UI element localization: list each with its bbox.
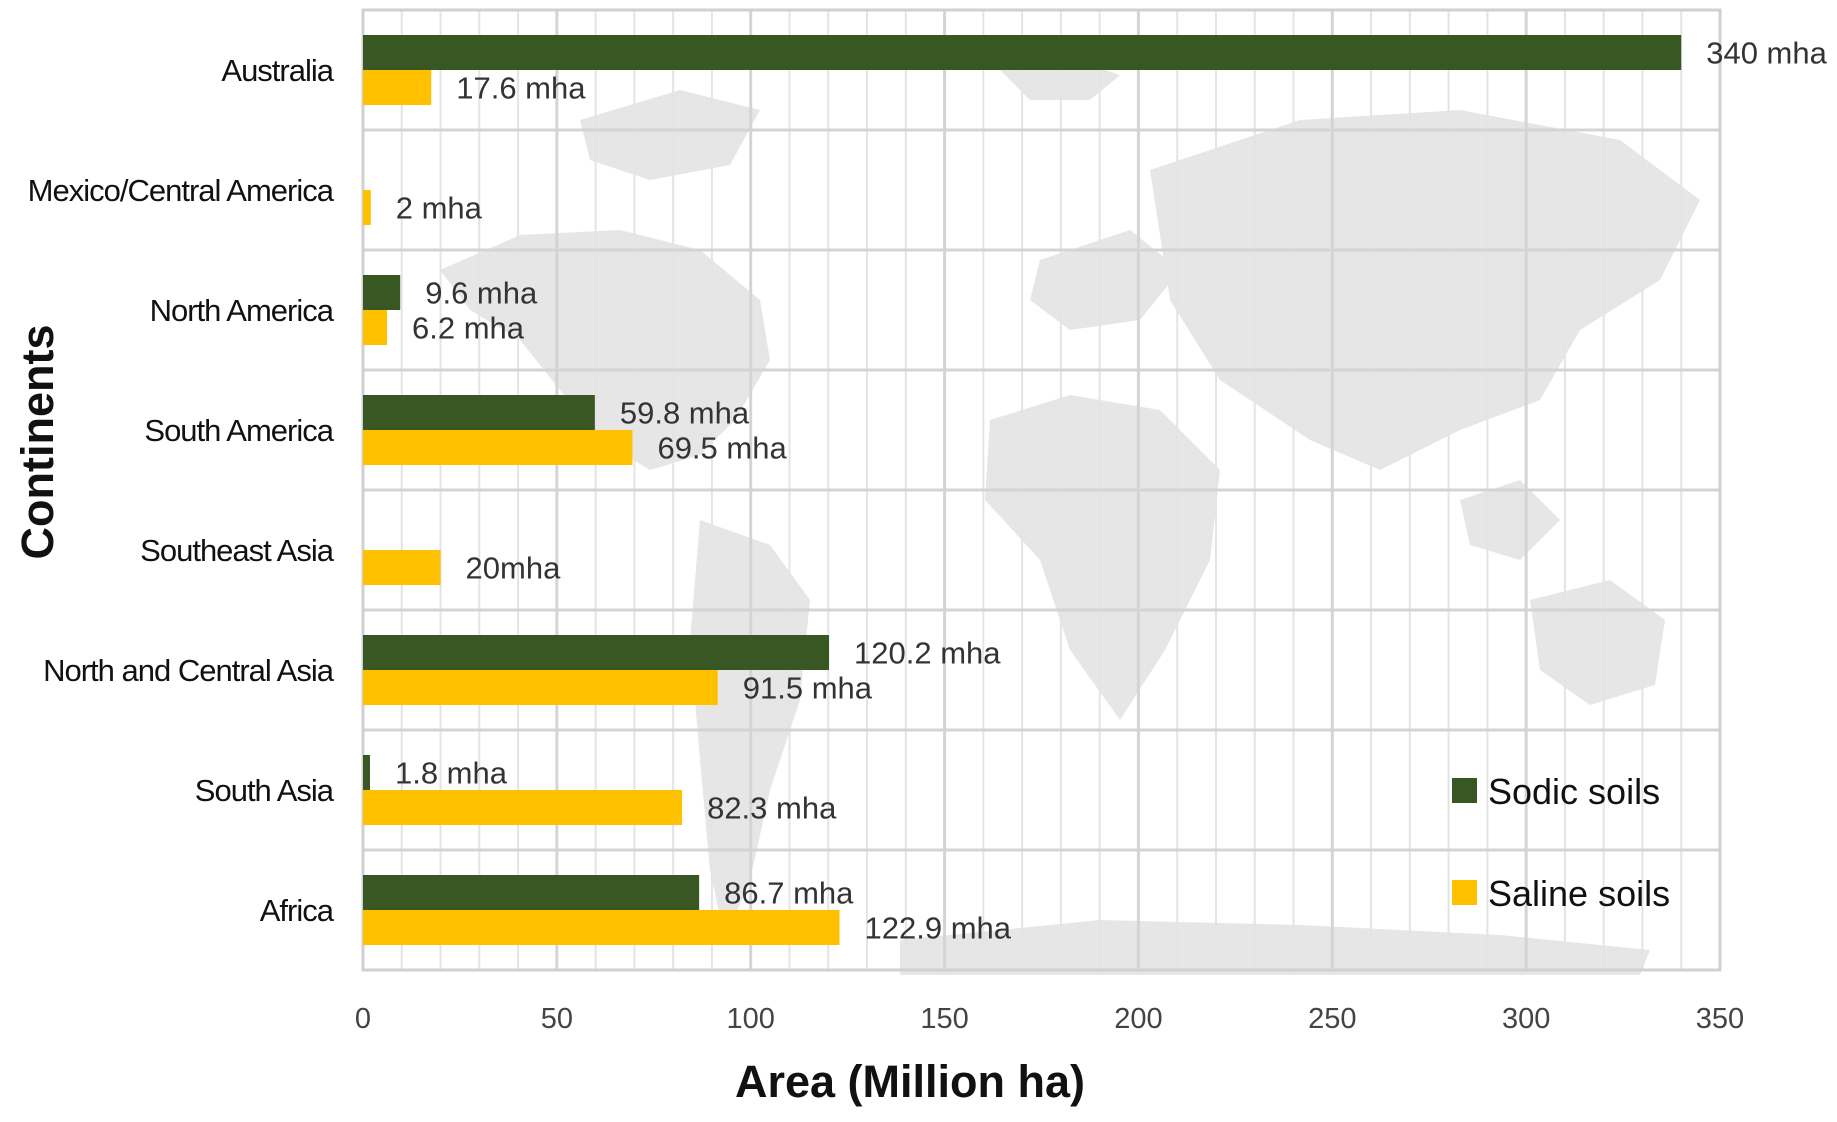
data-label: 340 mha [1706,36,1827,71]
data-label: 6.2 mha [412,311,525,346]
category-label: Africa [260,893,335,928]
sodic-bar [363,275,401,310]
data-label: 82.3 mha [707,791,837,826]
sodic-bar [363,35,1682,70]
saline-bar [363,70,432,105]
legend-swatch [1452,880,1477,905]
sodic-bar [363,755,370,790]
data-label: 20mha [466,551,562,586]
bar-chart: 340 mha 17.6 mha 2 mha 9.6 mha6.2 mha 59.8 m… [12,8,1828,1107]
saline-bar [363,670,718,705]
data-label: 122.9 mha [865,911,1012,946]
world-map-background [440,55,1700,975]
category-label: North America [150,293,335,328]
category-label: Southeast Asia [140,533,335,568]
category-label: Australia [221,53,334,88]
x-tick-label: 200 [1114,1003,1162,1035]
x-tick-label: 300 [1502,1003,1550,1035]
sodic-bar [363,395,595,430]
chart-container: 340 mha 17.6 mha 2 mha 9.6 mha 6.2 mha 59.8 m… [0,0,1837,1117]
sodic-bar [363,875,700,910]
x-tick-label: 100 [727,1003,775,1035]
legend-label: Saline soils [1488,873,1670,914]
x-tick-label: 350 [1696,1003,1744,1035]
saline-bar [363,550,441,585]
saline-bar [363,910,840,945]
category-labels: Australia Mexico/Central America North Ame… [28,53,336,928]
data-label: 9.6 mha [425,276,538,311]
data-label: 120.2 mha [854,636,1001,671]
category-label: South America [144,413,334,448]
x-tick-label: 150 [920,1003,968,1035]
data-label: 69.5 mha [657,431,787,466]
x-axis-title: Area (Million ha) [735,1056,1085,1107]
saline-bar [363,310,388,345]
x-axis-tick-labels: 0 50 100 150 200 250 300 350 [355,1003,1744,1035]
data-label: 1.8 mha [395,756,508,791]
data-label: 17.6 mha [456,71,586,106]
data-label: 2 mha [396,191,483,226]
legend-label: Sodic soils [1488,771,1660,812]
category-label: South Asia [195,773,335,808]
data-label: 91.5 mha [743,671,873,706]
data-label: 59.8 mha [620,396,750,431]
sodic-bar [363,635,830,670]
saline-bar [363,430,633,465]
category-label: Mexico/Central America [28,173,335,208]
y-axis-title: Continents [12,325,63,560]
saline-bar [363,790,683,825]
x-tick-label: 50 [541,1003,573,1035]
legend: Sodic soils Saline soils [1452,771,1670,914]
x-tick-label: 250 [1308,1003,1356,1035]
category-label: North and Central Asia [43,653,335,688]
legend-swatch [1452,778,1477,803]
saline-bar [363,190,371,225]
data-label: 86.7 mha [724,876,854,911]
x-tick-label: 0 [355,1003,371,1035]
